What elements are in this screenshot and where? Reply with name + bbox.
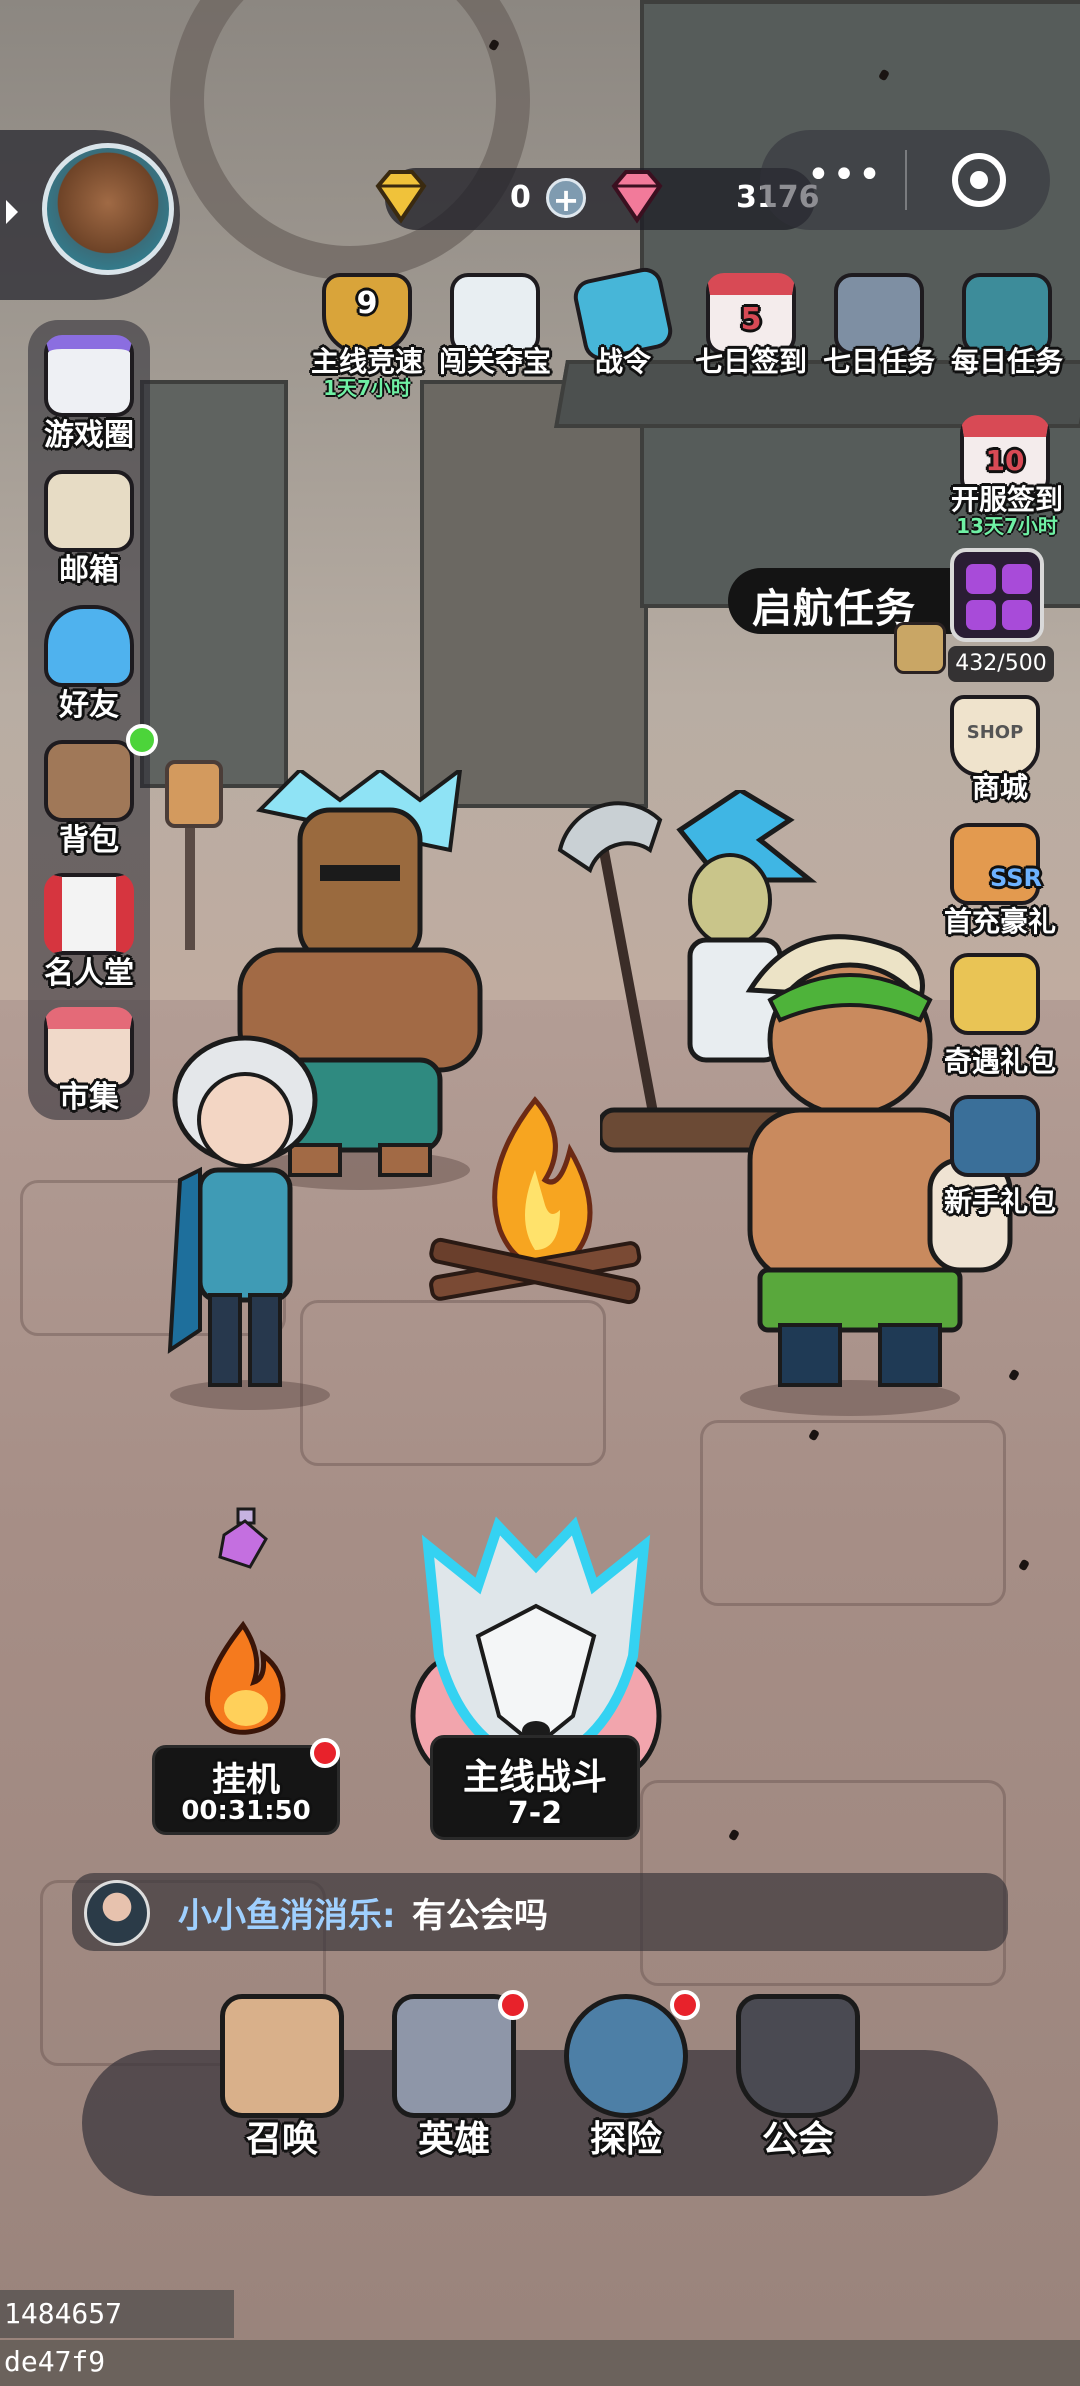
menu-friends-label: 好友: [59, 688, 119, 723]
build-watermark: 1484657 de47f9: [0, 2290, 234, 2378]
menu-market-label: 市集: [59, 1080, 119, 1115]
event-seven-day-signin-label: 七日签到: [694, 345, 807, 378]
close-target-icon[interactable]: [952, 153, 1006, 207]
menu-game-circle-label: 游戏圈: [44, 418, 134, 453]
collapse-arrow-icon[interactable]: [6, 200, 18, 224]
friends-icon: [44, 605, 134, 687]
paving-stone: [700, 1420, 1006, 1606]
guild-shield-icon: [736, 1994, 860, 2118]
open-server-signin-timer: 13天7小时: [956, 514, 1058, 538]
hero-crest-icon: [392, 1994, 516, 2118]
badge-number: 5: [740, 302, 762, 337]
gift-basket-icon: [950, 953, 1040, 1035]
ssr-badge: SSR: [990, 864, 1042, 892]
newbie-pack-label: 新手礼包: [943, 1185, 1056, 1218]
paving-stone: [300, 1300, 606, 1466]
grid-cell: [966, 600, 996, 630]
potion-icon: [218, 1507, 268, 1569]
voyage-quest-title: 启航任务: [752, 586, 916, 632]
capsule-divider: [905, 150, 907, 210]
voyage-quest-progress: 432/500: [948, 646, 1054, 682]
building-left: [140, 380, 288, 788]
nav-heroes-label: 英雄: [417, 2119, 490, 2160]
gold-count: 0: [510, 180, 531, 215]
quest-grid-icon[interactable]: [950, 548, 1044, 642]
chat-sender-avatar: [84, 1880, 150, 1946]
quest-reward-icon: [894, 622, 946, 674]
backpack-icon: [44, 740, 134, 822]
menu-backpack-label: 背包: [59, 823, 119, 858]
campfire: [420, 1080, 650, 1320]
building-center: [420, 380, 648, 808]
alchemist-hero-art: [167, 1035, 318, 1387]
main-battle-stage: 7-2: [507, 1796, 563, 1831]
event-main-race-timer: 1天7小时: [323, 376, 411, 400]
campfire-art: [429, 1096, 642, 1305]
badge-number: 9: [356, 286, 378, 321]
shop-bag-text: SHOP: [966, 722, 1024, 743]
street-lamp-light: [165, 760, 223, 828]
crest-icon: [44, 873, 134, 955]
gold-gem-icon: [375, 170, 427, 224]
alchemist-hero[interactable]: [160, 1030, 330, 1410]
summon-helmet-icon: [220, 1994, 344, 2118]
afk-notification-dot: [310, 1738, 340, 1768]
mail-icon: [44, 470, 134, 552]
gift-box-icon: [950, 1095, 1040, 1177]
explore-notification-dot: [670, 1990, 700, 2020]
main-battle-label: 主线战斗: [462, 1757, 607, 1798]
afk-timer: 00:31:50: [181, 1796, 311, 1826]
nav-summon-label: 召唤: [245, 2119, 318, 2160]
nav-guild-label: 公会: [761, 2119, 834, 2160]
nav-explore-label: 探险: [589, 2119, 662, 2160]
player-avatar[interactable]: [42, 143, 174, 275]
chat-message: 有公会吗: [412, 1896, 548, 1936]
grid-cell: [1002, 600, 1032, 630]
grid-cell: [1002, 564, 1032, 594]
pink-gem-icon: [611, 170, 663, 224]
grid-cell: [966, 564, 996, 594]
add-currency-button[interactable]: +: [546, 178, 586, 219]
heroes-notification-dot: [498, 1990, 528, 2020]
menu-hall-of-fame-label: 名人堂: [44, 956, 134, 991]
badge-number: 10: [985, 444, 1025, 477]
event-stage-treasure-label: 闯关夺宝: [438, 345, 551, 378]
event-seven-day-quest-label: 七日任务: [822, 345, 935, 378]
fire-icon: [204, 1620, 286, 1735]
compass-icon: [564, 1994, 688, 2118]
shop-label: 商城: [971, 771, 1028, 804]
event-daily-quest-label: 每日任务: [950, 345, 1063, 378]
event-battle-pass-label: 战令: [594, 345, 651, 378]
menu-mailbox-label: 邮箱: [59, 553, 119, 588]
first-recharge-label: 首充豪礼: [943, 905, 1056, 938]
more-options-button[interactable]: •••: [800, 155, 890, 200]
chat-sender-name: 小小鱼消消乐:: [178, 1896, 396, 1936]
gamepad-icon: [44, 335, 134, 417]
potion-bottle[interactable]: [210, 1505, 280, 1575]
new-item-dot: [126, 724, 158, 756]
encounter-pack-label: 奇遇礼包: [943, 1045, 1056, 1078]
